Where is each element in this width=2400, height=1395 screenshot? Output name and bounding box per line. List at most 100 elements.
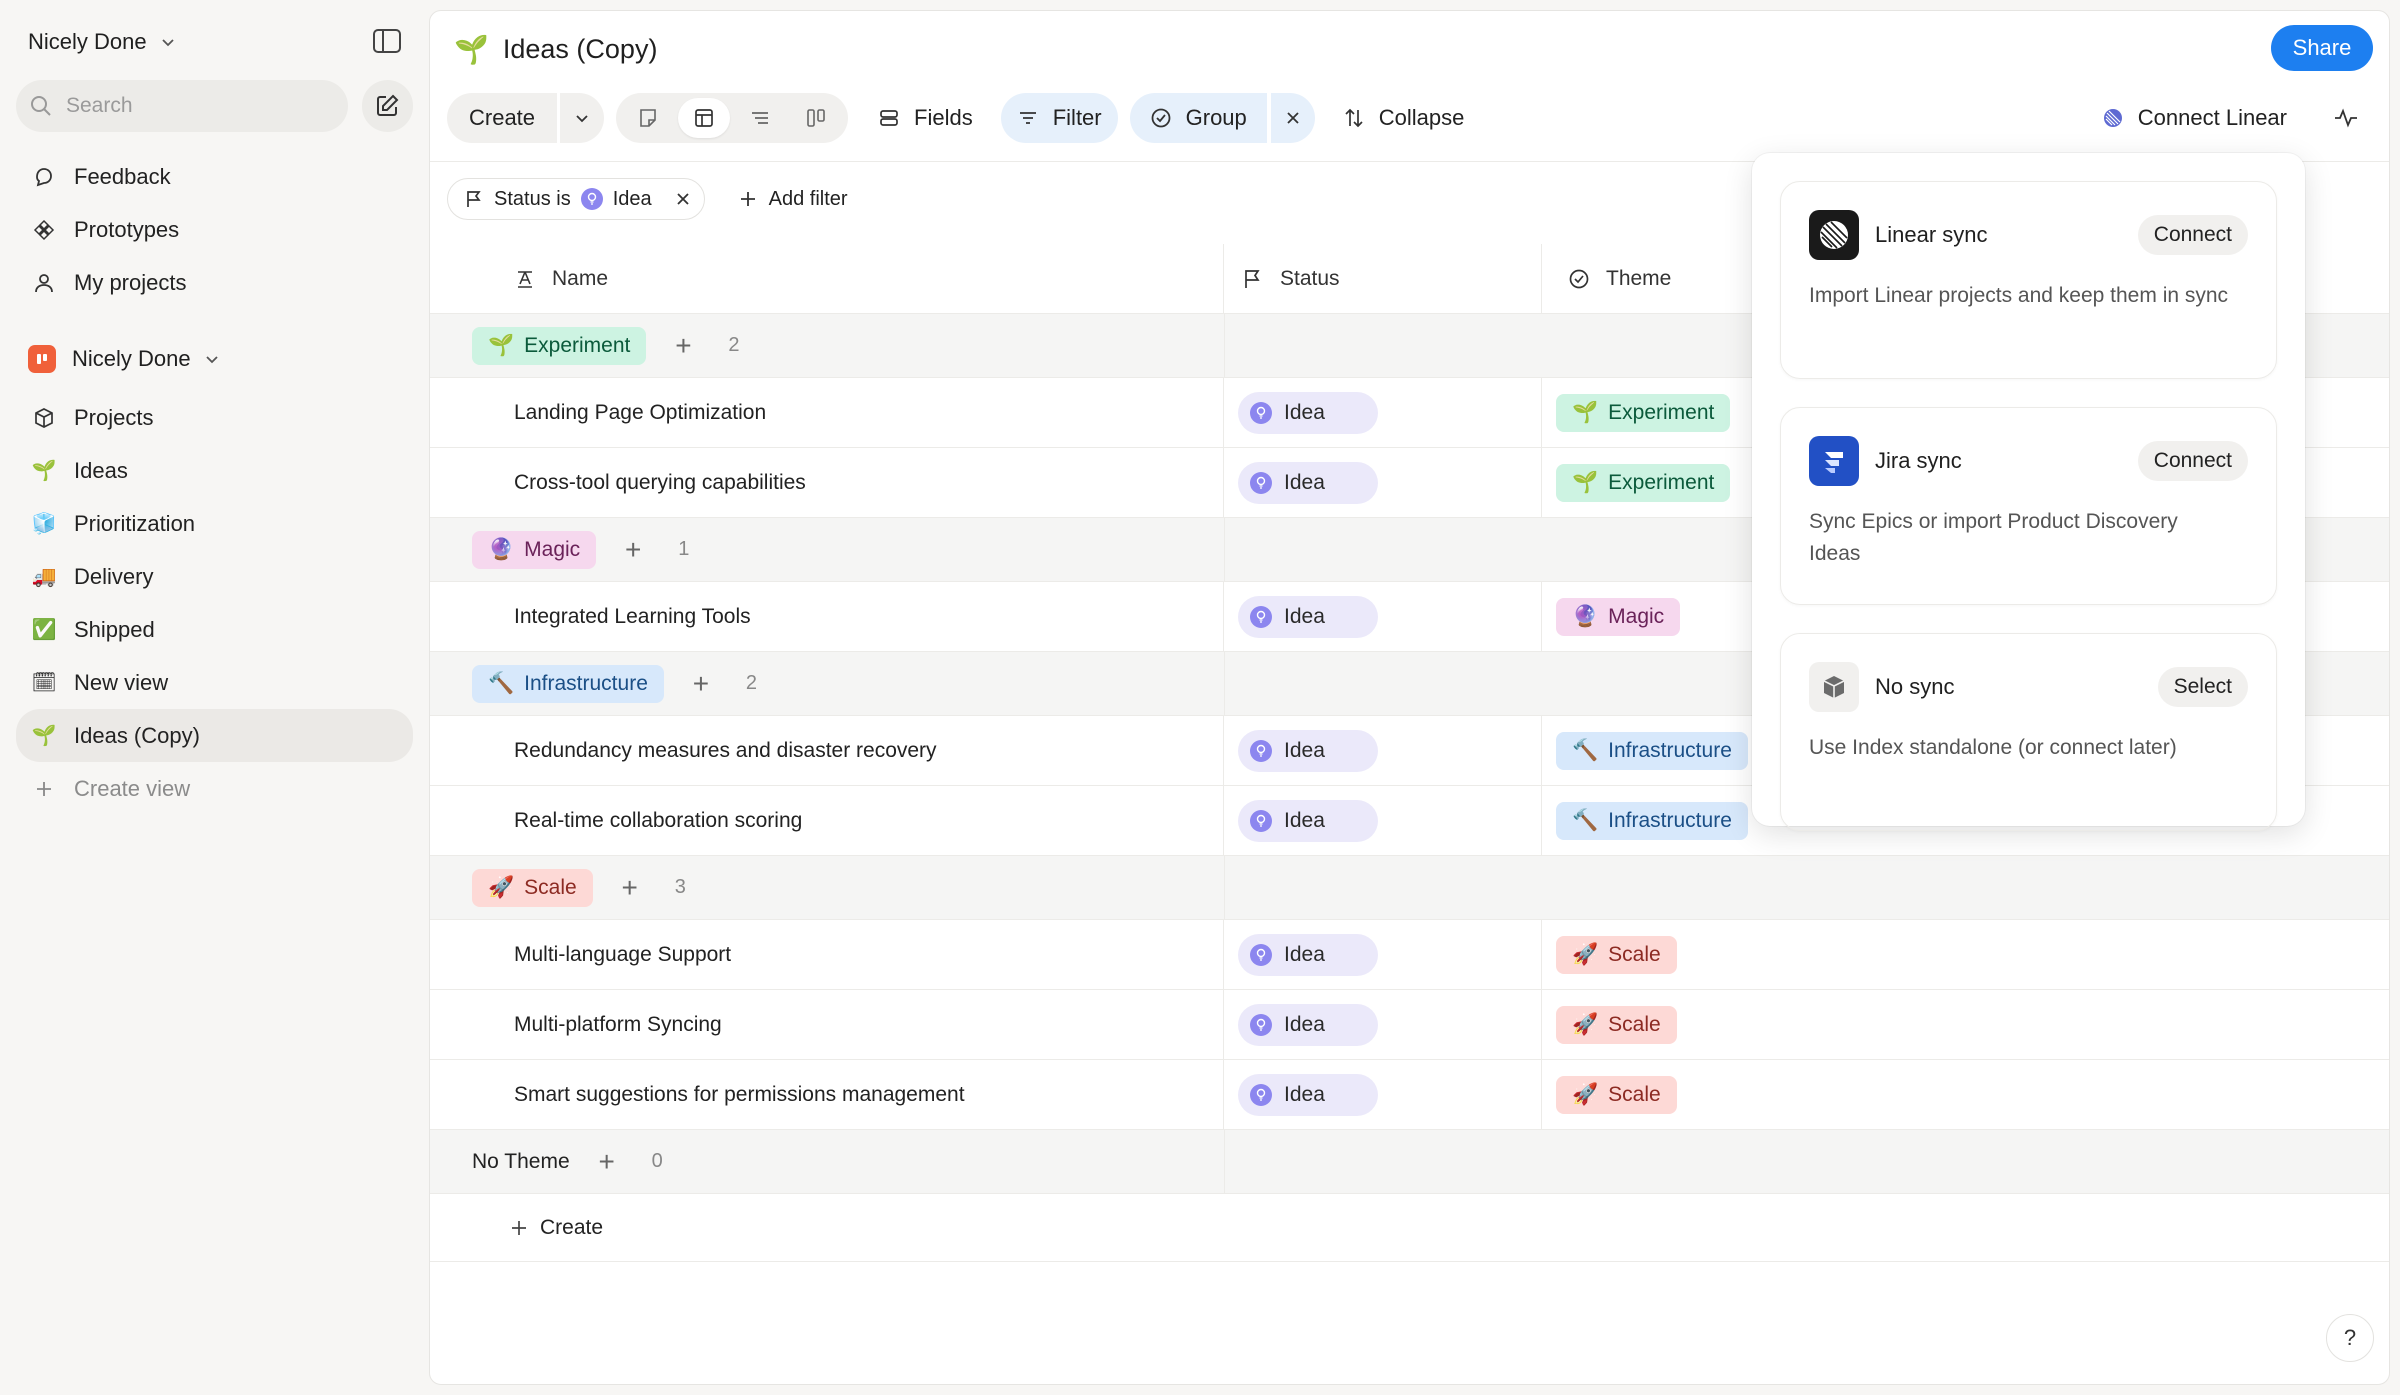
cell-status: Idea <box>1224 447 1542 518</box>
theme-tag[interactable]: 🔨 Infrastructure <box>1556 731 1748 770</box>
team-name: Nicely Done <box>72 346 191 371</box>
group-header-no-theme[interactable]: No Theme + 0 <box>430 1130 2389 1194</box>
view-list-button[interactable] <box>734 98 786 138</box>
status-pill[interactable]: Idea <box>1238 391 1378 434</box>
add-to-group-button[interactable]: + <box>690 668 712 700</box>
table-row[interactable]: Multi-language Support Idea 🚀 Scale <box>430 919 2389 990</box>
status-label: Idea <box>1284 1082 1325 1106</box>
create-group: Create <box>447 93 605 143</box>
status-pill[interactable]: Idea <box>1238 799 1378 842</box>
table-row[interactable]: Multi-platform Syncing Idea 🚀 Scale <box>430 989 2389 1060</box>
connect-jira-sync-button[interactable]: Connect <box>2137 441 2248 481</box>
status-filter-chip[interactable]: Status is Idea <box>447 178 705 220</box>
theme-tag[interactable]: 🌱 Experiment <box>1556 393 1731 432</box>
table-row[interactable]: Smart suggestions for permissions manage… <box>430 1059 2389 1130</box>
cell-status: Idea <box>1224 989 1542 1060</box>
sidebar-item-shipped[interactable]: ✅ Shipped <box>16 603 413 656</box>
status-pill[interactable]: Idea <box>1238 461 1378 504</box>
status-pill[interactable]: Idea <box>1238 729 1378 772</box>
sidebar-item-label: Projects <box>74 404 154 430</box>
help-button[interactable]: ? <box>2326 1314 2374 1362</box>
connect-linear-popover: Linear sync Connect Import Linear projec… <box>1752 153 2305 831</box>
cell-divider <box>1224 856 1225 919</box>
sidebar-item-ideas[interactable]: 🌱 Ideas <box>16 444 413 497</box>
activity-button[interactable] <box>2331 103 2361 133</box>
rocket-icon: 🚀 <box>488 875 515 899</box>
seedling-icon: 🌱 <box>1572 400 1599 424</box>
column-header-theme[interactable]: Theme <box>1542 244 1671 314</box>
add-to-group-button[interactable]: + <box>619 872 641 904</box>
view-board-button[interactable] <box>790 98 842 138</box>
sidebar-item-feedback[interactable]: Feedback <box>16 150 413 203</box>
close-icon[interactable] <box>676 192 690 206</box>
view-table-button[interactable] <box>678 98 731 138</box>
toolbar: Create Fields Filter Group Collapse Conn… <box>447 92 2377 144</box>
column-header-status[interactable]: Status <box>1224 243 1542 314</box>
tag-label: Scale <box>524 875 577 899</box>
theme-tag[interactable]: 🚀 Scale <box>1556 1005 1677 1044</box>
sidebar-item-new-view[interactable]: 🗓 New view <box>16 656 413 709</box>
group-label: No Theme <box>472 1149 570 1173</box>
sidebar-item-label: Prioritization <box>74 510 196 536</box>
team-switcher[interactable]: Nicely Done <box>16 335 413 383</box>
add-to-group-button[interactable]: + <box>672 330 694 362</box>
create-button[interactable]: Create <box>447 93 558 143</box>
group-button[interactable]: Group <box>1129 93 1267 143</box>
select-no-sync-button[interactable]: Select <box>2157 667 2248 707</box>
seedling-icon: 🌱 <box>31 725 57 747</box>
seedling-icon: 🌱 <box>31 460 57 482</box>
compose-button[interactable] <box>361 80 413 132</box>
sidebar-item-delivery[interactable]: 🚚 Delivery <box>16 550 413 603</box>
search-input[interactable] <box>66 94 306 118</box>
status-pill[interactable]: Idea <box>1238 1003 1378 1046</box>
sidebar-item-projects[interactable]: Projects <box>16 391 413 444</box>
lightbulb-icon <box>1250 471 1272 494</box>
theme-tag[interactable]: 🌱 Experiment <box>1556 463 1731 502</box>
sidebar-item-ideas-copy[interactable]: 🌱 Ideas (Copy) <box>16 709 413 762</box>
tag-label: Infrastructure <box>1608 808 1732 832</box>
sidebar-item-create-view[interactable]: Create view <box>16 762 413 815</box>
view-doc-button[interactable] <box>622 98 674 138</box>
theme-tag[interactable]: 🚀 Scale <box>1556 1075 1677 1114</box>
tag-label: Experiment <box>1608 470 1715 494</box>
sidebar-item-my-projects[interactable]: My projects <box>16 256 413 309</box>
add-to-group-button[interactable]: + <box>622 534 644 566</box>
ice-icon: 🧊 <box>31 513 57 535</box>
seedling-icon: 🌱 <box>1572 470 1599 494</box>
status-pill[interactable]: Idea <box>1238 933 1378 976</box>
status-pill[interactable]: Idea <box>1238 595 1378 638</box>
theme-tag[interactable]: 🔮 Magic <box>1556 597 1681 636</box>
sidebar-item-label: Ideas <box>74 457 128 483</box>
sidebar-item-prototypes[interactable]: Prototypes <box>16 203 413 256</box>
collapse-button[interactable]: Collapse <box>1327 93 1481 143</box>
theme-tag[interactable]: 🔨 Infrastructure <box>1556 801 1748 840</box>
create-dropdown-button[interactable] <box>560 93 605 143</box>
status-label: Idea <box>1284 400 1325 424</box>
filter-button[interactable]: Filter <box>1000 93 1118 143</box>
clear-group-button[interactable] <box>1270 93 1315 143</box>
crystal-ball-icon: 🔮 <box>488 537 515 561</box>
compose-icon <box>377 94 399 116</box>
flag-icon <box>467 191 481 207</box>
sidebar-top-nav: Feedback Prototypes My projects <box>16 150 413 309</box>
connect-linear-button[interactable]: Connect Linear <box>2102 105 2287 131</box>
group-header-scale[interactable]: 🚀 Scale + 3 <box>430 856 2389 920</box>
user-icon <box>32 271 56 295</box>
theme-tag[interactable]: 🚀 Scale <box>1556 935 1677 974</box>
fields-button[interactable]: Fields <box>862 93 989 143</box>
lightbulb-icon <box>1250 739 1272 762</box>
no-sync-card: No sync Select Use Index standalone (or … <box>1780 633 2277 831</box>
card-title: Linear sync <box>1875 222 1988 247</box>
linear-logo-icon <box>1809 210 1859 260</box>
column-header-name[interactable]: Name <box>430 243 1224 314</box>
share-button[interactable]: Share <box>2271 25 2373 71</box>
sidebar-toggle-icon[interactable] <box>372 28 402 54</box>
sidebar-item-prioritization[interactable]: 🧊 Prioritization <box>16 497 413 550</box>
add-filter-button[interactable]: Add filter <box>739 188 848 211</box>
add-to-group-button[interactable]: + <box>596 1146 618 1178</box>
workspace-switcher[interactable]: Nicely Done <box>16 18 413 66</box>
connect-linear-sync-button[interactable]: Connect <box>2137 215 2248 255</box>
create-row-button[interactable]: Create <box>430 1194 2389 1262</box>
status-pill[interactable]: Idea <box>1238 1073 1378 1116</box>
sidebar-item-label: Create view <box>74 775 191 801</box>
